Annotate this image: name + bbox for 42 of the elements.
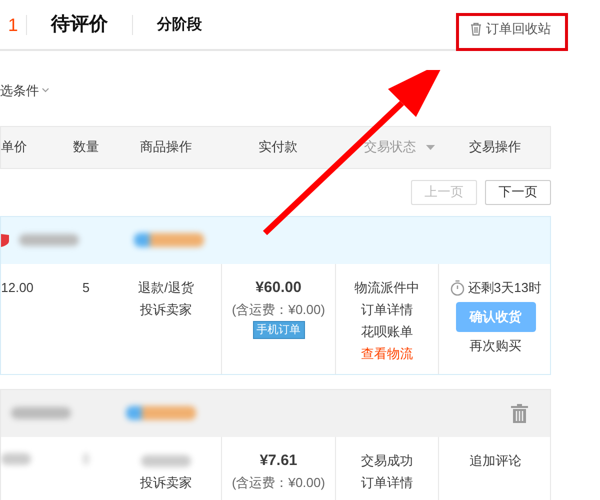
dropdown-icon — [426, 145, 435, 150]
item-action-link[interactable]: 投诉卖家 — [140, 298, 192, 320]
order-source-tag: 手机订单 — [252, 320, 304, 338]
total-price: ¥60.00 — [256, 278, 302, 298]
order-status: 物流派件中 — [354, 278, 420, 296]
operation-link[interactable]: 再次购买 — [470, 335, 522, 357]
shield-icon — [1, 233, 9, 247]
tab-count: 1 — [0, 14, 28, 34]
quantity: 5 — [82, 280, 90, 294]
column-header: 单价 — [1, 138, 28, 156]
total-price: ¥7.61 — [260, 450, 298, 470]
column-header: 交易操作 — [468, 138, 522, 156]
tab[interactable]: 分阶段 — [133, 14, 226, 34]
column-header: 数量 — [72, 138, 100, 156]
column-header: 实付款 — [258, 138, 298, 156]
blurred-text — [19, 234, 79, 246]
shipping-fee: (含运费：¥0.00) — [232, 474, 326, 492]
shipping-fee: (含运费：¥0.00) — [232, 300, 326, 319]
order-status: 交易成功 — [361, 452, 413, 470]
blurred-badge — [126, 406, 196, 420]
blurred-text — [141, 454, 191, 466]
chevron-icon — [42, 88, 49, 94]
unit-price: 12.00 — [1, 280, 34, 294]
blurred-badge — [134, 233, 204, 247]
blurred-text — [11, 407, 71, 419]
operation-link[interactable]: 追加评论 — [470, 450, 522, 472]
countdown: 还剩3天13时 — [450, 276, 542, 298]
blurred-text — [1, 452, 31, 464]
trash-icon — [470, 22, 482, 36]
status-link[interactable]: 订单详情 — [361, 472, 413, 494]
trash-icon[interactable] — [511, 404, 528, 424]
recycle-bin-link[interactable]: 订单回收站 — [470, 18, 551, 38]
column-header: 交易状态 — [335, 137, 438, 157]
filter-dropdown[interactable]: 选条件 — [0, 81, 49, 100]
column-header: 商品操作 — [139, 138, 193, 156]
item-action-link[interactable]: 退款/退货 — [138, 276, 194, 298]
status-link[interactable]: 订单详情 — [361, 298, 413, 320]
timer-icon — [450, 280, 465, 296]
tab[interactable]: 待评价 — [27, 14, 134, 34]
item-action-link[interactable]: 投诉卖家 — [140, 472, 192, 494]
status-link[interactable]: 花呗账单 — [361, 320, 413, 342]
page-button[interactable]: 下一页 — [485, 180, 551, 204]
